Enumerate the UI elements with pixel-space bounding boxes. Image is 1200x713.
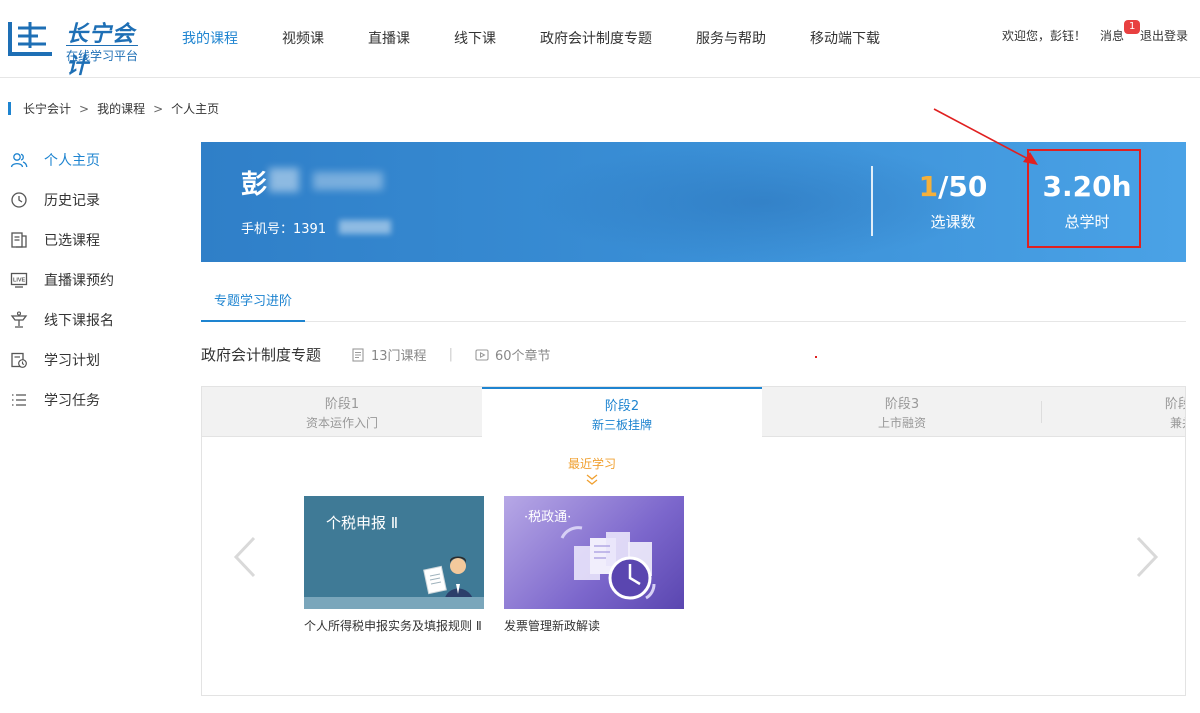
video-icon [475,348,489,361]
sidebar-item-live-booking[interactable]: LIVE 直播课预约 [10,260,180,300]
thumbnail-title: ·税政通· [524,510,572,525]
sidebar-item-study-plan[interactable]: 学习计划 [10,340,180,380]
redacted-title [313,172,383,190]
stage-desc: 新三板挂牌 [591,418,652,432]
nav-service-help[interactable]: 服务与帮助 [696,28,766,48]
carousel-next-icon[interactable] [1132,535,1162,579]
calendar-icon [11,352,27,368]
stage-tabs: 阶段1 资本运作入门 阶段2 新三板挂牌 阶段3 上市融资 阶段4 兼并 [202,387,1185,438]
nav-my-courses[interactable]: 我的课程 [182,28,238,48]
thumbnail-title: 个税申报 Ⅱ [326,514,399,532]
breadcrumb-marker [8,102,11,115]
selected-courses-stat: 1/50 选课数 [913,170,993,232]
breadcrumb-home[interactable]: 长宁会计 [23,100,71,117]
topic-courses: 13门课程 | 60个章节 [351,345,551,364]
course-card-2[interactable]: ·税政通· 发票管理新政解读 [504,496,684,634]
breadcrumb-my-courses[interactable]: 我的课程 [97,100,145,117]
nav-government-accounting[interactable]: 政府会计制度专题 [540,28,652,48]
stage-name: 阶段2 [604,399,640,414]
sidebar-item-label: 历史记录 [44,193,100,209]
user-area: 欢迎您，彭钰！ 消息 1 退出登录 [1001,20,1188,44]
course-caption[interactable]: 个人所得税申报实务及填报规则 Ⅱ [304,617,484,634]
stage-tab-1[interactable]: 阶段1 资本运作入门 [202,387,482,437]
sidebar-item-history[interactable]: 历史记录 [10,180,180,220]
list-icon [12,394,26,406]
greeting-text: 欢迎您，彭钰！ [1001,29,1086,43]
stages-panel: 阶段1 资本运作入门 阶段2 新三板挂牌 阶段3 上市融资 阶段4 兼并 最近学… [201,386,1186,696]
sidebar-item-label: 个人主页 [44,153,100,169]
nav-video-courses[interactable]: 视频课 [282,28,324,48]
sidebar-item-label: 学习计划 [44,353,100,369]
live-icon: LIVE [10,272,28,288]
sidebar-item-label: 直播课预约 [44,273,114,289]
topic-chapters-count: 60个章节 [494,349,551,364]
logo-tagline: 在线学习平台 [66,45,139,64]
sidebar: 个人主页 历史记录 已选课程 LIVE 直播课预约 线下课报名 学习计划 学习任… [10,140,180,420]
nav-live-courses[interactable]: 直播课 [368,28,410,48]
stage-desc: 资本运作入门 [305,416,378,430]
stage-desc: 上市融资 [877,416,926,430]
user-name: 彭 [241,170,268,200]
stray-dot [815,356,817,358]
breadcrumb-separator: > [79,101,90,116]
topic-title: 政府会计制度专题 [201,346,322,364]
course-caption[interactable]: 发票管理新政解读 [504,617,684,634]
redacted-phone [339,220,391,234]
podium-icon [10,311,28,328]
double-chevron-down-icon [586,474,598,485]
user-phone: 手机号：1391 [241,222,327,237]
sidebar-item-study-tasks[interactable]: 学习任务 [10,380,180,420]
clock-icon [11,192,27,208]
logout-link[interactable]: 退出登录 [1140,27,1188,44]
logo-mark-icon [8,22,52,56]
topic-header: 政府会计制度专题 13门课程 | 60个章节 [201,344,551,365]
subtab-bar: 专题学习进阶 [201,288,1186,322]
users-icon [10,153,28,168]
stage-name: 阶段1 [324,397,360,412]
sidebar-item-profile[interactable]: 个人主页 [10,140,180,180]
stage-tab-4[interactable]: 阶段4 兼并 [1042,387,1185,437]
stage-tab-3[interactable]: 阶段3 上市融资 [762,387,1042,437]
annotation-highlight-box [1027,149,1141,248]
top-header: 长宁会计 在线学习平台 我的课程 视频课 直播课 线下课 政府会计制度专题 服务… [0,0,1200,79]
stage-name: 阶段3 [884,397,920,412]
sidebar-item-label: 学习任务 [44,393,100,409]
carousel-prev-icon[interactable] [230,535,260,579]
recent-study-label: 最近学习 [567,457,616,471]
messages-link[interactable]: 消息 1 [1099,20,1141,44]
tab-topic-study[interactable]: 专题学习进阶 [201,288,305,322]
site-logo[interactable]: 长宁会计 在线学习平台 [6,14,146,79]
tax-person-icon [423,556,474,602]
main-nav: 我的课程 视频课 直播课 线下课 政府会计制度专题 服务与帮助 移动端下载 [160,28,902,48]
redacted-name [269,168,299,192]
svg-text:LIVE: LIVE [13,278,26,284]
sidebar-item-label: 线下课报名 [44,313,114,329]
selected-label: 选课数 [930,213,976,231]
sidebar-item-selected-courses[interactable]: 已选课程 [10,220,180,260]
course-thumbnail[interactable]: ·税政通· [504,496,684,609]
topic-courses-count: 13门课程 [371,349,427,364]
stage-desc: 兼并 [1169,416,1185,430]
messages-badge: 1 [1123,20,1141,34]
nav-offline-courses[interactable]: 线下课 [454,28,496,48]
course-thumbnail[interactable]: 个税申报 Ⅱ [304,496,484,609]
document-icon [352,347,364,362]
book-icon [11,232,27,248]
stage-tab-2[interactable]: 阶段2 新三板挂牌 [482,387,762,438]
course-card-1[interactable]: 个税申报 Ⅱ 个人所得税申报实务及填报规则 Ⅱ [304,496,484,634]
nav-mobile-download[interactable]: 移动端下载 [810,28,880,48]
breadcrumb-separator: > [153,101,164,116]
messages-label: 消息 [1099,29,1124,43]
breadcrumb-current: 个人主页 [171,102,220,116]
recent-study-marker: 最近学习 [552,455,632,486]
banner-divider [871,166,873,236]
thumbnail-strip [304,597,484,609]
breadcrumb: 长宁会计 > 我的课程 > 个人主页 [8,100,219,117]
topic-separator: | [448,347,453,362]
invoice-clock-icon [560,526,656,600]
sidebar-item-label: 已选课程 [44,233,100,249]
sidebar-item-offline-signup[interactable]: 线下课报名 [10,300,180,340]
stage-name: 阶段4 [1164,397,1185,412]
